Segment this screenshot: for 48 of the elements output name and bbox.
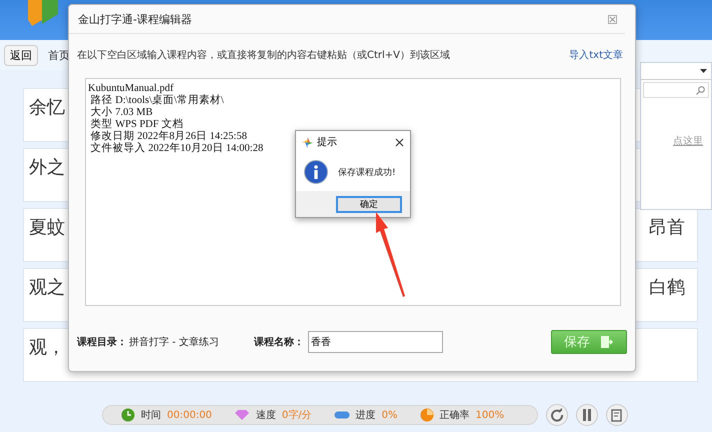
back-button[interactable]: 返回 [4,44,38,66]
content-line: 类型 WPS PDF 文档 [90,119,184,130]
close-icon[interactable] [395,138,404,146]
document-icon [611,408,623,422]
content-line: KubuntuManual.pdf [88,83,174,94]
gem-icon [234,410,250,420]
content-line: 文件被导入 2022年10月20日 14:00:28 [90,143,264,155]
row-text: 观， [29,336,65,360]
stat-value: 0% [382,410,398,420]
row-text: 白鹤 [649,276,685,300]
row-text: 昂首 [649,216,685,240]
clock-icon [121,408,135,422]
stat-value: 0字/分 [282,408,312,422]
stat-label: 进度 [356,408,376,422]
content-line: 大小 7.03 MB [90,107,153,118]
content-line: 修改日期 2022年8月26日 14:25:58 [90,131,247,142]
dialog-title: 金山打字通-课程编辑器 [78,12,192,26]
save-doc-icon [600,335,614,349]
search-icon [696,86,705,94]
restart-icon [550,408,564,422]
restart-button[interactable] [546,404,568,426]
course-name-label: 课程名称： [254,336,304,349]
message-title: 提示 [317,136,338,149]
pie-icon [420,408,434,422]
row-text: 夏蚊 [29,216,65,240]
pause-icon [582,409,592,421]
row-text: 观之 [29,276,65,300]
stat-label: 时间 [141,408,161,422]
message-text: 保存课程成功! [338,166,396,178]
catalog-label: 课程目录： [77,336,127,349]
stat-value: 00:00:00 [167,410,212,420]
content-line: 路径 D:\tools\桌面\常用素材\ [90,95,224,106]
search-field[interactable] [643,82,709,98]
pinwheel-icon [302,136,313,148]
stat-value: 100% [476,410,504,420]
info-icon [304,160,328,184]
catalog-value: 拼音打字 - 文章练习 [129,336,220,349]
stat-label: 正确率 [440,408,470,422]
course-name-field[interactable]: 香香 [308,331,443,353]
row-text: 外之 [29,156,65,180]
progress-bar-icon [334,411,350,419]
pause-button[interactable] [576,404,598,426]
ok-button[interactable]: 确定 [336,196,402,212]
row-text: 余忆 [29,96,65,120]
stat-label: 速度 [256,408,276,422]
instruction-text: 在以下空白区域输入课程内容，或直接将复制的内容右键粘贴（或Ctrl+V）到该区域 [77,48,450,62]
edit-button[interactable] [606,404,628,426]
import-txt-link[interactable]: 导入txt文章 [569,48,623,62]
